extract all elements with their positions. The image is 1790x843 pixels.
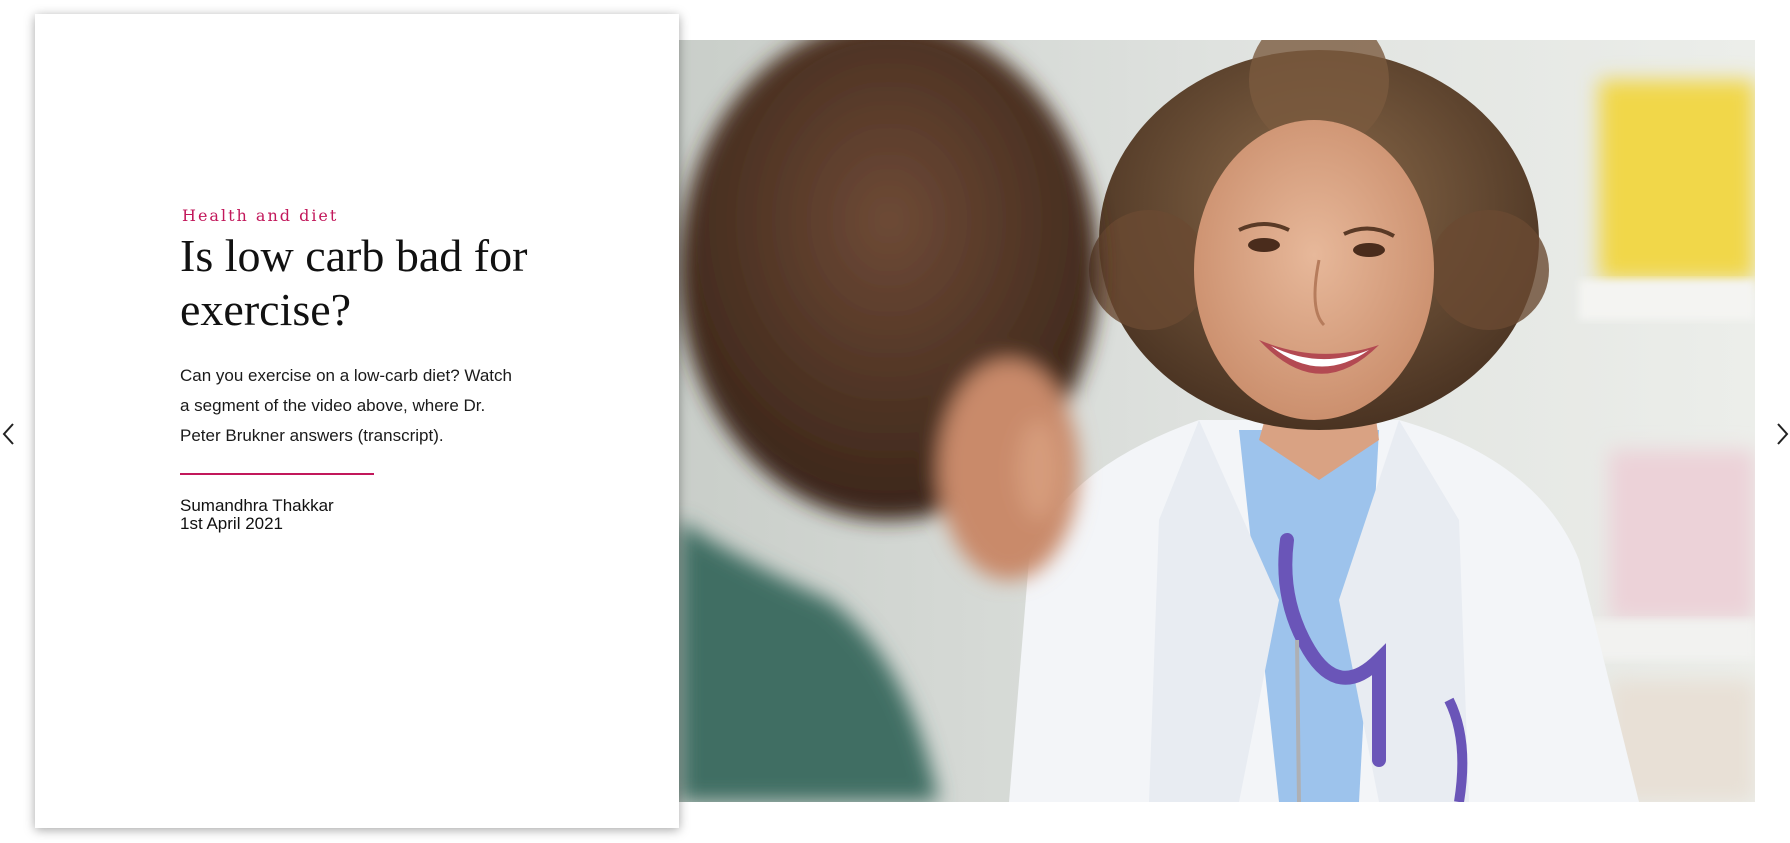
article-summary: Can you exercise on a low-carb diet? Wat… [180, 361, 540, 451]
article-date: 1st April 2021 [180, 514, 284, 533]
article-carousel: Health and diet Is low carb bad for exer… [0, 0, 1790, 843]
article-card-content: Health and diet Is low carb bad for exer… [180, 206, 560, 533]
chevron-left-icon[interactable] [0, 420, 22, 448]
article-category[interactable]: Health and diet [182, 206, 560, 225]
article-card[interactable]: Health and diet Is low carb bad for exer… [35, 14, 679, 828]
byline: Sumandhra Thakkar 1st April 2021 [180, 497, 560, 533]
accent-divider [180, 473, 374, 475]
summary-line3: Peter Brukner answers (transcript). [180, 426, 444, 445]
doctor-consultation-photo[interactable] [679, 40, 1755, 802]
summary-line1: Can you exercise on a low-carb diet? Wat… [180, 366, 512, 385]
article-title-line2: exercise? [180, 284, 352, 335]
article-title[interactable]: Is low carb bad for exercise? [180, 229, 550, 337]
article-title-line1: Is low carb bad for [180, 230, 528, 281]
chevron-right-icon[interactable] [1772, 420, 1790, 448]
article-author: Sumandhra Thakkar [180, 496, 334, 515]
summary-line2: a segment of the video above, where Dr. [180, 396, 486, 415]
